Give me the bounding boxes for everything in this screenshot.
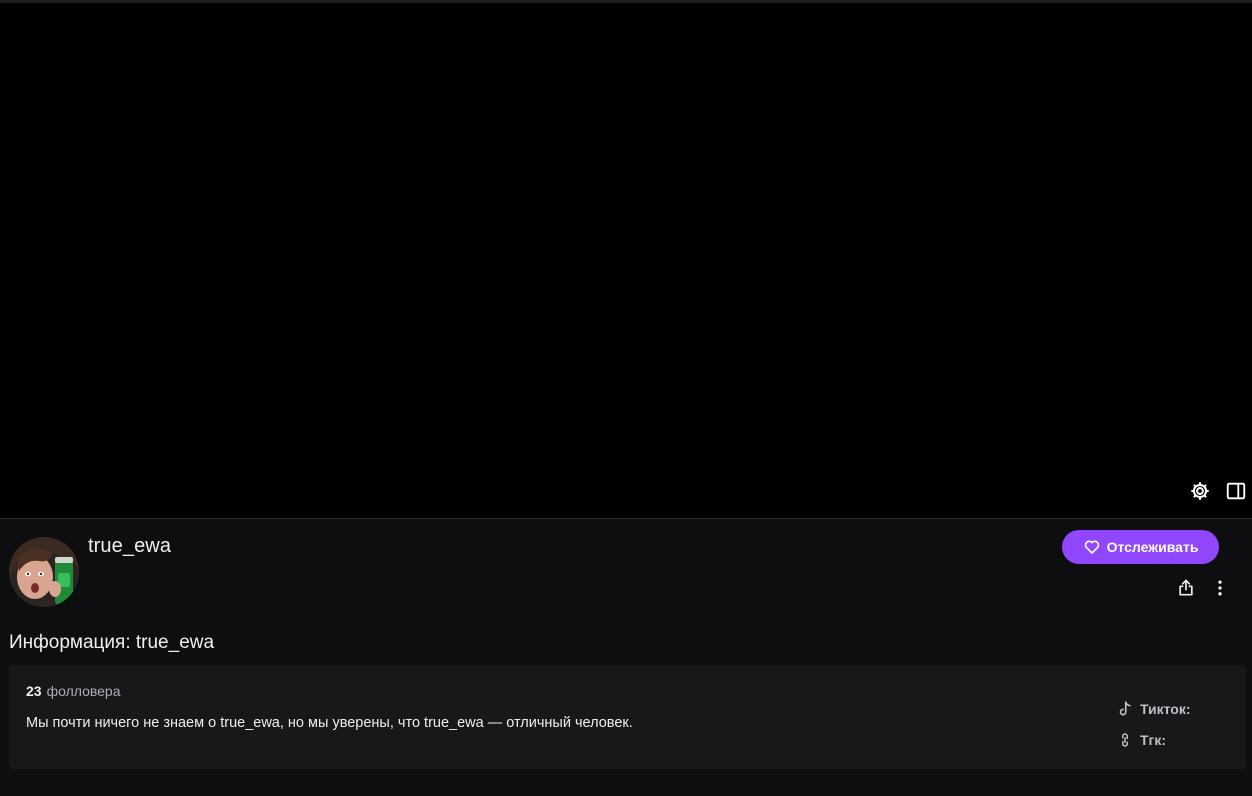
social-link-tiktok[interactable]: Тикток: xyxy=(1116,699,1191,718)
social-link-tgk-label: Тгк: xyxy=(1140,731,1167,748)
social-link-tgk[interactable]: Тгк: xyxy=(1116,730,1191,749)
link-icon xyxy=(1122,732,1128,747)
about-title: Информация: true_ewa xyxy=(9,632,215,653)
social-link-tiktok-label: Тикток: xyxy=(1140,700,1191,717)
channel-actions xyxy=(1172,574,1234,602)
follow-button[interactable]: Отслеживать xyxy=(1062,530,1219,564)
video-player[interactable] xyxy=(0,3,1252,518)
channel-bio: Мы почти ничего не знаем о true_ewa, но … xyxy=(26,715,633,731)
followers-count: 23 фолловера xyxy=(26,683,121,699)
theatre-mode-button[interactable] xyxy=(1222,477,1250,505)
followers-label: фолловера xyxy=(46,683,121,699)
tiktok-icon xyxy=(1119,700,1131,715)
social-links: Тикток: Тгк: xyxy=(1116,699,1191,749)
follow-button-label: Отслеживать xyxy=(1106,539,1199,555)
more-options-button[interactable] xyxy=(1206,574,1234,602)
share-icon xyxy=(1179,579,1193,596)
gear-icon xyxy=(1191,482,1209,500)
avatar-image xyxy=(9,537,79,607)
sidebar-toggle-icon xyxy=(1226,482,1246,500)
settings-button[interactable] xyxy=(1186,477,1214,505)
about-panel: 23 фолловера Мы почти ничего не знаем о t… xyxy=(9,665,1246,769)
share-button[interactable] xyxy=(1172,574,1200,602)
heart-icon xyxy=(1084,540,1099,554)
channel-info-bar: true_ewa Отслеживать Информация: true_ew… xyxy=(0,519,1252,796)
avatar[interactable] xyxy=(9,537,79,607)
channel-name[interactable]: true_ewa xyxy=(88,535,171,558)
player-controls xyxy=(1186,477,1250,505)
more-vertical-icon xyxy=(1218,580,1222,596)
followers-number: 23 xyxy=(26,683,42,699)
